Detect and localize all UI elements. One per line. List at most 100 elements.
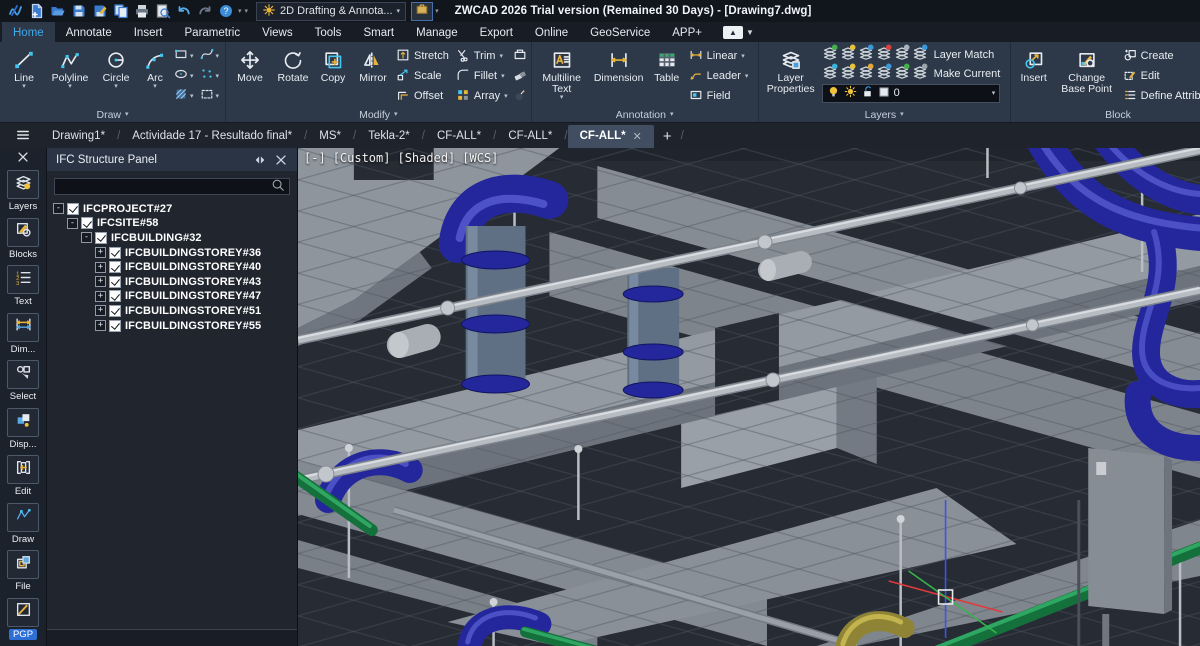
tree-checkbox[interactable] [109,276,121,288]
layer-tool-icon[interactable] [912,63,929,84]
make-current-button[interactable]: Make Current [930,68,1001,80]
ribbon-tab-online[interactable]: Online [524,22,579,42]
tree-expander-icon[interactable]: + [95,276,106,287]
layer-tool-icon[interactable] [822,63,839,84]
tree-checkbox[interactable] [109,261,121,273]
ifc-tree-node[interactable]: +IFCBUILDINGSTOREY#40 [53,260,295,275]
document-tab-cf-all-[interactable]: CF-ALL*✕ [568,125,654,148]
sidebar-item-select[interactable]: Select [0,360,46,408]
sidebar-item-file[interactable]: File [0,550,46,598]
new-file-button[interactable] [26,2,47,21]
layer-tool-icon[interactable] [840,44,857,65]
join-button[interactable] [513,46,527,66]
edit-block-button[interactable]: Edit [1123,66,1200,86]
scale-button[interactable]: Scale [396,66,449,86]
viewport[interactable]: [-][Custom][Shaded][WCS] [298,148,1200,646]
layer-tool-icon[interactable] [858,44,875,65]
ribbon-tab-geoservice[interactable]: GeoService [579,22,661,42]
layer-tool-icon[interactable] [876,44,893,65]
erase-button[interactable] [513,66,527,86]
ribbon-tab-home[interactable]: Home [2,22,55,42]
change-base-point-button[interactable]: Change Base Point [1056,45,1118,107]
ifc-tree-node[interactable]: +IFCBUILDINGSTOREY#55 [53,318,295,333]
tree-checkbox[interactable] [109,305,121,317]
ribbon-tab-export[interactable]: Export [469,22,524,42]
layer-tool-icon[interactable] [912,44,929,65]
revision-cloud-button[interactable]: ▾ [200,86,220,106]
sidebar-item-pgp[interactable]: PGP [0,598,46,646]
annotation-panel-footer[interactable]: Annotation▾ [532,107,758,122]
offset-button[interactable]: Offset [396,86,449,106]
tab-close-icon[interactable]: ✕ [633,130,642,143]
ribbon-tab-views[interactable]: Views [251,22,303,42]
toolbox-caret-icon[interactable]: ▾ [435,7,439,15]
preview-button[interactable] [152,2,173,21]
layers-panel-footer[interactable]: Layers▾ [759,107,1010,122]
document-tab-cf-all-[interactable]: CF-ALL* [425,125,493,147]
copy-button[interactable]: Copy [316,45,350,107]
sidebar-item-blocks[interactable]: Blocks [0,218,46,266]
rotate-button[interactable]: Rotate [273,45,313,107]
document-tab-cf-all-[interactable]: CF-ALL* [496,125,564,147]
tree-checkbox[interactable] [81,217,93,229]
layer-match-button[interactable]: Layer Match [930,49,1001,61]
ifc-tree-node[interactable]: +IFCBUILDINGSTOREY#51 [53,304,295,319]
undo-caret-icon[interactable]: ▾ [238,7,242,15]
layer-tool-icon[interactable] [858,63,875,84]
undo-button[interactable] [173,2,194,21]
explode-button[interactable] [513,86,527,106]
ribbon-tab-manage[interactable]: Manage [405,22,469,42]
dimension-button[interactable]: Dimension [591,45,647,107]
layer-tool-icon[interactable] [822,44,839,65]
point-button[interactable]: ▾ [200,66,220,86]
ribbon-collapse-button[interactable]: ▲ [723,26,743,39]
viewport-control-view[interactable]: [Custom] [333,151,391,165]
sidebar-item-disp[interactable]: Disp... [0,408,46,456]
circle-button[interactable]: Circle▾ [96,45,136,107]
redo-caret-icon[interactable]: ▾ [245,7,249,15]
viewport-canvas[interactable] [298,148,1200,646]
tree-expander-icon[interactable]: - [81,232,92,243]
rectangle-button[interactable]: ▾ [174,46,194,66]
ribbon-tab-tools[interactable]: Tools [304,22,353,42]
open-folder-button[interactable] [47,2,68,21]
document-tab-drawing1-[interactable]: Drawing1* [40,125,117,147]
new-tab-button[interactable]: + [654,128,681,145]
sidebar-item-edit[interactable]: Edit [0,455,46,503]
tree-expander-icon[interactable]: + [95,291,106,302]
tree-expander-icon[interactable]: + [95,262,106,273]
layer-tool-icon[interactable] [894,63,911,84]
document-tab-ms-[interactable]: MS* [307,125,353,147]
create-block-button[interactable]: Create [1123,46,1200,66]
mirror-button[interactable]: Mirror [353,45,393,107]
field-button[interactable]: Field [689,86,749,106]
redo-button[interactable] [194,2,215,21]
table-button[interactable]: Table [650,45,684,107]
tree-expander-icon[interactable]: + [95,305,106,316]
ribbon-tab-smart[interactable]: Smart [352,22,405,42]
viewport-control-visual-style[interactable]: [Shaded] [397,151,455,165]
define-attributes-button[interactable]: Define Attributes [1123,86,1200,106]
ribbon-collapse-caret-icon[interactable]: ▼ [746,28,754,37]
save-button[interactable] [68,2,89,21]
save-as-button[interactable] [89,2,110,21]
ifc-tree-node[interactable]: +IFCBUILDINGSTOREY#43 [53,274,295,289]
ifc-tree-node[interactable]: -IFCBUILDING#32 [53,231,295,246]
move-button[interactable]: Move [230,45,270,107]
panel-dock-icon[interactable] [253,153,267,167]
help-button[interactable]: ? [215,2,236,21]
document-menu-button[interactable] [6,128,40,145]
viewport-control-ucs[interactable]: [WCS] [462,151,498,165]
sidebar-item-layers[interactable]: Layers [0,170,46,218]
modify-panel-footer[interactable]: Modify▾ [226,107,531,122]
document-tab-tekla-2-[interactable]: Tekla-2* [356,125,422,147]
layer-tool-icon[interactable] [894,44,911,65]
search-icon[interactable] [271,178,285,197]
ifc-tree-node[interactable]: +IFCBUILDINGSTOREY#47 [53,289,295,304]
ribbon-tab-app-[interactable]: APP+ [661,22,713,42]
tree-checkbox[interactable] [109,290,121,302]
hatch-button[interactable]: ▾ [174,86,194,106]
stretch-button[interactable]: Stretch [396,46,449,66]
line-button[interactable]: Line▾ [4,45,44,107]
draw-panel-footer[interactable]: Draw▾ [0,107,225,122]
